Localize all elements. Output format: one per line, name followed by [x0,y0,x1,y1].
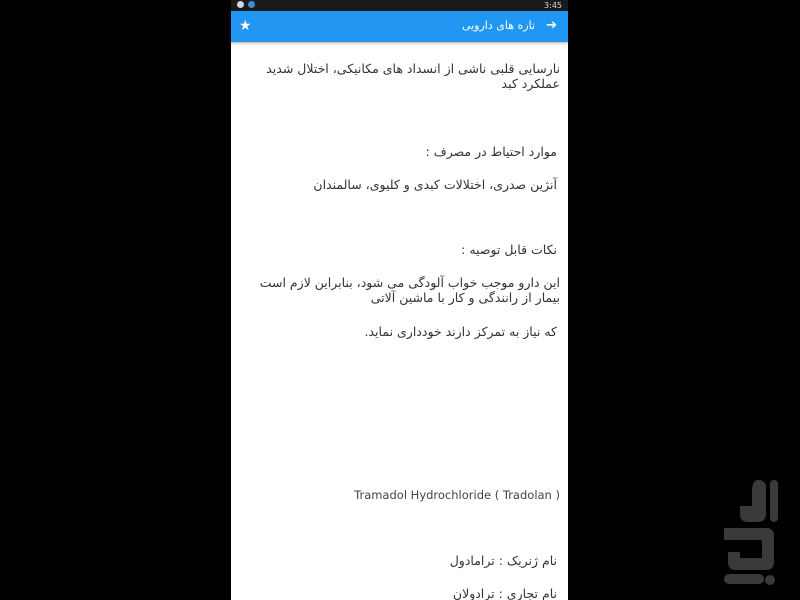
status-time: 3:45 [544,1,562,10]
arrow-right-icon[interactable]: ➔ [546,17,557,35]
app-bar: ★ تازه های دارویی ➔ [231,11,568,42]
brand-name: نام تجاری : ترادولان [452,586,557,600]
shield-icon [237,1,244,8]
star-icon[interactable]: ★ [239,17,252,35]
contraindications-text: نارسایی قلبی ناشی از انسداد های مکانیکی،… [266,61,560,91]
precautions-text: آنژین صدری، اختلالات کبدی و کلیوی، سالمن… [313,177,557,192]
app-title: تازه های دارویی [461,19,535,32]
bazaar-logo-icon [724,480,778,585]
generic-name: نام ژنریک : ترامادول [449,553,557,568]
status-bar: 3:45 [231,0,568,11]
drug-title: Tramadol Hydrochloride ( Tradolan ) [354,488,560,502]
article-content[interactable]: نارسایی قلبی ناشی از انسداد های مکانیکی،… [231,0,568,600]
circle-icon [248,1,255,8]
tips-text-2: که نیاز به تمرکز دارند خودداری نماید. [364,324,557,339]
screen: نارسایی قلبی ناشی از انسداد های مکانیکی،… [0,0,800,600]
app-window: نارسایی قلبی ناشی از انسداد های مکانیکی،… [231,0,568,600]
precautions-heading: موارد احتیاط در مصرف : [425,144,557,159]
tips-text-1: این دارو موجب خواب آلودگی می شود، بنابرا… [259,275,560,305]
tips-heading: نکات قابل توصیه : [461,242,557,257]
